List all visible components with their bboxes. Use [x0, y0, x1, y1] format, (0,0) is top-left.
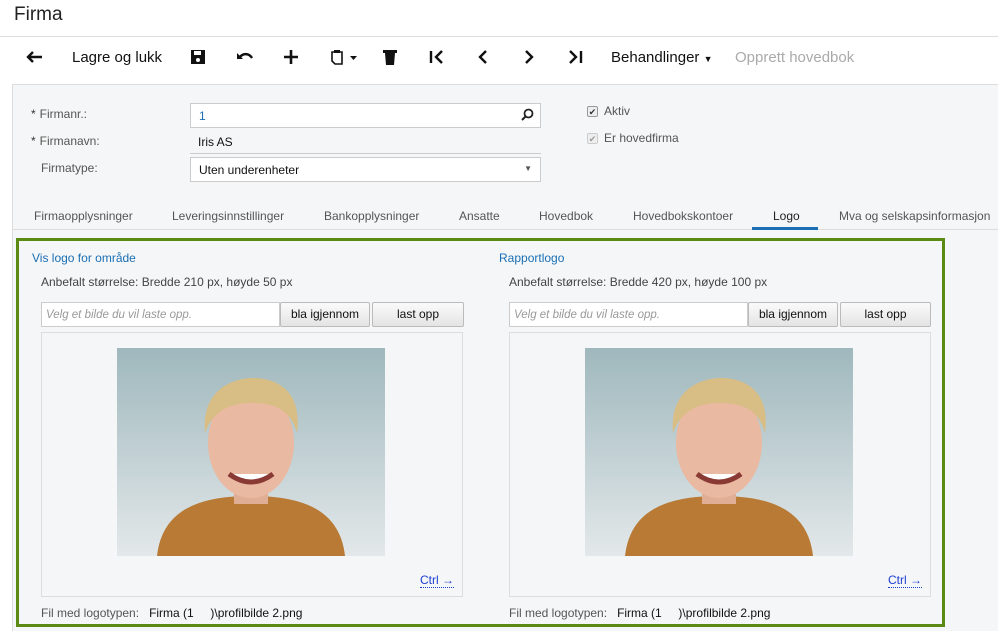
report-logo-hint: Anbefalt størrelse: Bredde 420 px, høyde… [509, 275, 768, 289]
profile-photo [117, 348, 385, 556]
label-text: Firmanr.: [39, 107, 88, 121]
tab-firmaopplysninger[interactable]: Firmaopplysninger [34, 209, 133, 223]
caret-down-icon: ▼ [524, 164, 532, 173]
firmanr-input[interactable]: 1 [190, 103, 541, 128]
divider [0, 36, 998, 37]
next-record-button[interactable] [520, 48, 538, 66]
save-button[interactable] [190, 48, 206, 66]
area-logo-browse-button[interactable]: bla igjennom [280, 302, 370, 327]
first-icon [429, 50, 443, 64]
area-logo-file-input[interactable]: Velg et bilde du vil laste opp. [41, 302, 280, 327]
last-record-button[interactable] [566, 48, 584, 66]
file-label: Fil med logotypen: [41, 606, 140, 620]
tab-leveringsinnstillinger[interactable]: Leveringsinnstillinger [172, 209, 284, 223]
tab-logo[interactable]: Logo [773, 209, 800, 223]
aktiv-label: Aktiv [604, 104, 631, 118]
trash-icon [383, 50, 397, 65]
firmanavn-value: Iris AS [190, 130, 541, 154]
required-mark: * [31, 134, 36, 148]
area-logo-preview: Ctrl → [41, 332, 463, 597]
firmatype-value: Uten underenheter [199, 163, 300, 177]
report-logo-file-info: Fil med logotypen: Firma (1 )\profilbilde… [509, 606, 770, 620]
hovedfirma-label: Er hovedfirma [604, 131, 679, 145]
firmanr-label: * Firmanr.: [31, 107, 87, 121]
profile-photo [585, 348, 853, 556]
file-value: Firma (1 )\profilbilde 2.png [149, 606, 303, 620]
chevron-right-icon [525, 50, 534, 64]
hovedfirma-checkbox[interactable]: ✔ [587, 133, 598, 144]
area-logo-upload-button[interactable]: last opp [372, 302, 464, 327]
file-label: Fil med logotypen: [509, 606, 608, 620]
search-icon[interactable] [521, 108, 534, 124]
report-logo-preview: Ctrl → [509, 332, 931, 597]
undo-button[interactable] [236, 48, 254, 66]
paste-dropdown-button[interactable] [330, 48, 360, 66]
tab-ansatte[interactable]: Ansatte [459, 209, 500, 223]
firmanr-value: 1 [199, 109, 206, 123]
report-logo-ctrl-link[interactable]: Ctrl → [888, 573, 922, 588]
chevron-left-icon [478, 50, 487, 64]
label-text: Firmanavn: [39, 134, 100, 148]
actions-label: Behandlinger [611, 49, 700, 66]
save-close-button[interactable]: Lagre og lukk [72, 49, 162, 66]
report-logo-title[interactable]: Rapportlogo [499, 251, 564, 265]
caret-down-icon: ▼ [703, 54, 713, 64]
active-tab-indicator [752, 227, 818, 230]
report-logo-upload-button[interactable]: last opp [840, 302, 931, 327]
actions-dropdown[interactable]: Behandlinger ▼ [611, 49, 713, 66]
clipboard-icon [331, 50, 357, 65]
firmatype-select[interactable]: Uten underenheter ▼ [190, 157, 541, 182]
report-logo-file-input[interactable]: Velg et bilde du vil laste opp. [509, 302, 748, 327]
previous-record-button[interactable] [474, 48, 492, 66]
area-logo-title[interactable]: Vis logo for område [32, 251, 136, 265]
add-button[interactable] [282, 48, 300, 66]
file-value: Firma (1 )\profilbilde 2.png [617, 606, 771, 620]
back-button[interactable] [26, 48, 44, 66]
floppy-icon [191, 50, 205, 64]
area-logo-ctrl-link[interactable]: Ctrl → [420, 573, 454, 588]
tab-hovedbok[interactable]: Hovedbok [539, 209, 593, 223]
create-ledger-button[interactable]: Opprett hovedbok [735, 49, 854, 66]
area-logo-hint: Anbefalt størrelse: Bredde 210 px, høyde… [41, 275, 293, 289]
required-mark: * [31, 107, 36, 121]
first-record-button[interactable] [428, 48, 446, 66]
arrow-left-icon [26, 51, 42, 63]
firmanavn-label: * Firmanavn: [31, 134, 100, 148]
area-logo-file-info: Fil med logotypen: Firma (1 )\profilbilde… [41, 606, 302, 620]
tab-hovedbokskontoer[interactable]: Hovedbokskontoer [633, 209, 733, 223]
last-icon [569, 50, 583, 64]
report-logo-browse-button[interactable]: bla igjennom [748, 302, 838, 327]
page-title: Firma [14, 4, 63, 25]
tab-bankopplysninger[interactable]: Bankopplysninger [324, 209, 419, 223]
firmatype-label: Firmatype: [41, 161, 98, 175]
plus-icon [284, 50, 298, 64]
tab-mva[interactable]: Mva og selskapsinformasjon [839, 209, 990, 223]
tab-divider [12, 229, 998, 230]
aktiv-checkbox[interactable]: ✔ [587, 106, 598, 117]
delete-button[interactable] [382, 48, 398, 66]
undo-icon [237, 52, 254, 59]
